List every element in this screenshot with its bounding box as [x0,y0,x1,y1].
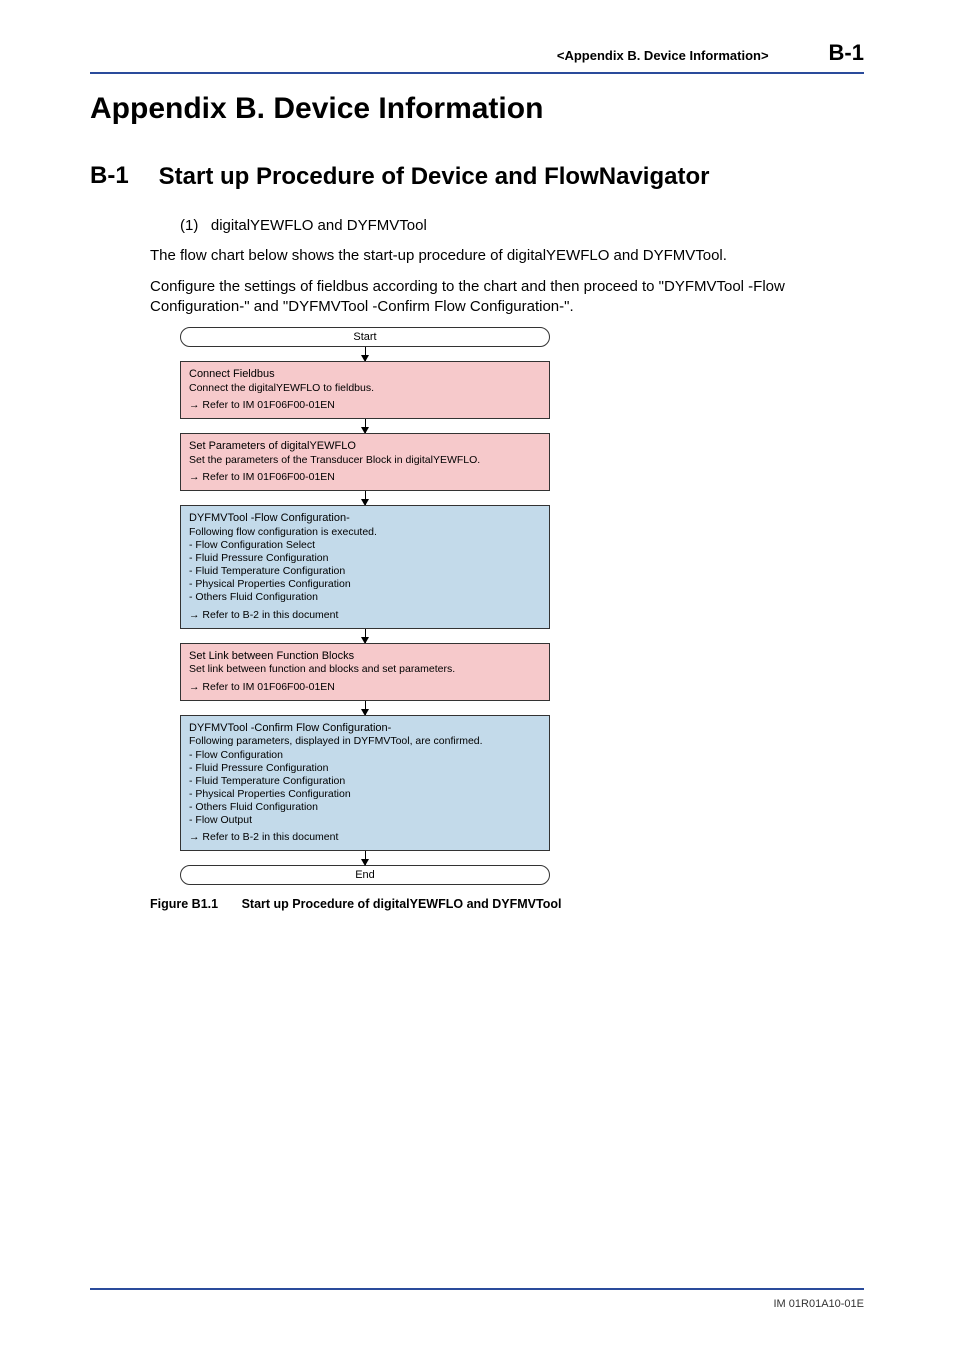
step-desc-line: - Fluid Temperature Configuration [189,775,541,788]
step-ref: → Refer to B-2 in this document [189,831,541,844]
step-desc-line: - Flow Output [189,814,541,827]
list-item-1: (1) digitalYEWFLO and DYFMVTool [180,216,864,236]
step-ref: → Refer to B-2 in this document [189,609,541,622]
item-number: (1) [180,217,198,234]
step-ref: → Refer to IM 01F06F00-01EN [189,471,541,484]
arrow-down-icon [365,491,366,505]
step-ref: → Refer to IM 01F06F00-01EN [189,681,541,694]
figure-text: Start up Procedure of digitalYEWFLO and … [242,897,562,911]
section-number: B-1 [90,162,129,190]
flowchart-start: Start [180,327,550,347]
arrow-down-icon [365,851,366,865]
arrow-down-icon [365,629,366,643]
section-title: Start up Procedure of Device and FlowNav… [159,162,710,192]
step-desc: Connect the digitalYEWFLO to fieldbus. [189,382,541,395]
arrow-down-icon [365,419,366,433]
step-desc-line: Following parameters, displayed in DYFMV… [189,735,541,748]
paragraph-2: Configure the settings of fieldbus accor… [150,277,864,318]
flowchart-step-5: DYFMVTool -Confirm Flow Configuration- F… [180,715,550,852]
step-title: DYFMVTool -Confirm Flow Configuration- [189,722,541,736]
arrow-down-icon [365,347,366,361]
step-desc-line: - Others Fluid Configuration [189,801,541,814]
page-title: Appendix B. Device Information [90,92,864,126]
step-desc-line: Following flow configuration is executed… [189,526,541,539]
figure-caption: Figure B1.1 Start up Procedure of digita… [150,897,864,911]
page-header: <Appendix B. Device Information> B-1 [90,40,864,74]
flowchart-end: End [180,865,550,885]
flowchart-step-1: Connect Fieldbus Connect the digitalYEWF… [180,361,550,419]
item-label: digitalYEWFLO and DYFMVTool [211,217,427,234]
flowchart-step-4: Set Link between Function Blocks Set lin… [180,643,550,701]
footer-text: IM 01R01A10-01E [774,1298,865,1310]
header-breadcrumb: <Appendix B. Device Information> [557,48,769,63]
step-desc-line: - Physical Properties Configuration [189,788,541,801]
arrow-down-icon [365,701,366,715]
step-desc: Set link between function and blocks and… [189,663,541,676]
flowchart-step-3: DYFMVTool -Flow Configuration- Following… [180,505,550,629]
step-desc-line: - Others Fluid Configuration [189,591,541,604]
section-heading: B-1 Start up Procedure of Device and Flo… [90,162,864,192]
step-desc-line: - Fluid Pressure Configuration [189,552,541,565]
step-title: Set Parameters of digitalYEWFLO [189,440,541,454]
step-desc: Set the parameters of the Transducer Blo… [189,454,541,467]
paragraph-1: The flow chart below shows the start-up … [150,246,864,266]
header-page-number: B-1 [829,40,864,66]
step-desc-line: - Flow Configuration [189,749,541,762]
step-desc-line: - Fluid Temperature Configuration [189,565,541,578]
step-desc-line: - Fluid Pressure Configuration [189,762,541,775]
footer-rule [90,1288,864,1290]
flowchart-step-2: Set Parameters of digitalYEWFLO Set the … [180,433,550,491]
figure-label: Figure B1.1 [150,897,218,911]
step-title: Set Link between Function Blocks [189,650,541,664]
step-title: Connect Fieldbus [189,368,541,382]
step-desc-line: - Physical Properties Configuration [189,578,541,591]
step-title: DYFMVTool -Flow Configuration- [189,512,541,526]
step-ref: → Refer to IM 01F06F00-01EN [189,399,541,412]
flowchart: Start Connect Fieldbus Connect the digit… [180,327,550,885]
step-desc-line: - Flow Configuration Select [189,539,541,552]
